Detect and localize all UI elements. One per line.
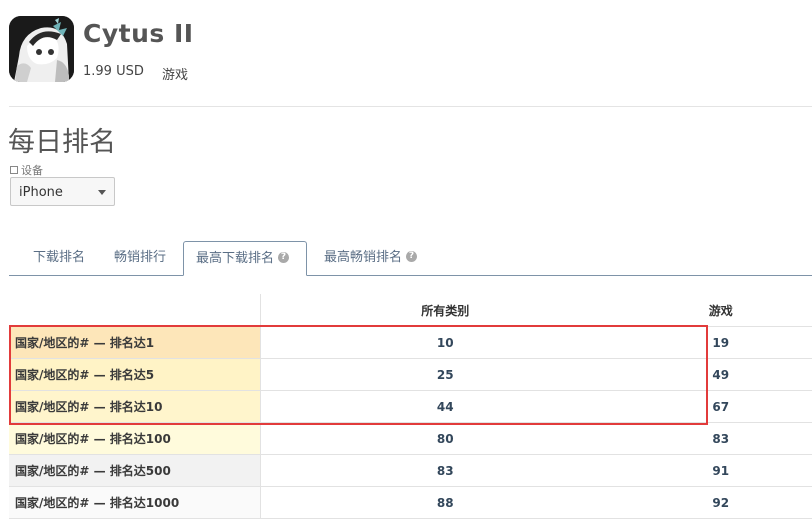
cell-value: 25 <box>260 358 630 391</box>
device-label-text: 设备 <box>21 164 43 177</box>
cell-value: 44 <box>260 390 630 423</box>
help-icon[interactable]: ? <box>406 251 418 262</box>
row-label: 国家/地区的# — 排名达1000 <box>9 486 261 519</box>
table-row: 国家/地区的# — 排名达100 80 83 <box>9 422 812 455</box>
cell-value: 67 <box>629 390 812 423</box>
table-row: 国家/地区的# — 排名达1 10 19 <box>9 326 812 359</box>
cell-value: 91 <box>629 454 812 487</box>
device-label: 设备 <box>10 162 43 178</box>
row-label: 国家/地区的# — 排名达500 <box>9 454 261 487</box>
table-corner-cell <box>9 294 261 327</box>
help-icon[interactable]: ? <box>278 252 290 263</box>
cell-value: 49 <box>629 358 812 391</box>
table-row: 国家/地区的# — 排名达5 25 49 <box>9 358 812 391</box>
tab-label: 下载排名 <box>33 250 86 265</box>
row-label: 国家/地区的# — 排名达1 <box>9 326 261 359</box>
cell-value: 80 <box>260 422 630 455</box>
chevron-down-icon <box>98 190 106 195</box>
cell-value: 88 <box>260 486 630 519</box>
tab-label: 畅销排行 <box>114 250 167 265</box>
device-checkbox-icon <box>10 166 18 174</box>
tab-label: 最高畅销排名 <box>324 250 403 265</box>
header-divider <box>9 106 812 107</box>
ranking-tabs: 下载排名 畅销排行 最高下载排名? 最高畅销排名? <box>9 241 812 276</box>
cell-value: 83 <box>629 422 812 455</box>
section-title: 每日排名 <box>8 127 116 158</box>
app-price: 1.99 USD <box>83 64 144 79</box>
table-row: 国家/地区的# — 排名达10 44 67 <box>9 390 812 423</box>
table-row: 国家/地区的# — 排名达500 83 91 <box>9 454 812 487</box>
row-label: 国家/地区的# — 排名达10 <box>9 390 261 423</box>
tab-label: 最高下载排名 <box>196 251 275 266</box>
cell-value: 19 <box>629 326 812 359</box>
app-artwork-icon[interactable] <box>9 16 74 82</box>
cell-value: 92 <box>629 486 812 519</box>
cell-value: 83 <box>260 454 630 487</box>
column-header-games: 游戏 <box>629 294 812 327</box>
cell-value: 10 <box>260 326 630 359</box>
row-label: 国家/地区的# — 排名达5 <box>9 358 261 391</box>
tab-top-download-rank[interactable]: 最高下载排名? <box>183 241 307 276</box>
app-header: Cytus II 1.99 USD 游戏 <box>0 0 812 106</box>
table-row: 国家/地区的# — 排名达1000 88 92 <box>9 486 812 519</box>
column-header-all-categories: 所有类别 <box>260 294 630 327</box>
device-select-value: iPhone <box>19 185 63 200</box>
app-genre[interactable]: 游戏 <box>162 64 188 83</box>
table-header-row: 所有类别 游戏 <box>9 294 812 327</box>
device-select[interactable]: iPhone <box>10 177 115 206</box>
tab-top-grossing-rank[interactable]: 最高畅销排名? <box>324 241 454 275</box>
ranking-table: 所有类别 游戏 国家/地区的# — 排名达1 10 19 国家/地区的# — 排… <box>9 294 812 519</box>
tab-grossing-rank[interactable]: 畅销排行 <box>105 241 195 275</box>
row-label: 国家/地区的# — 排名达100 <box>9 422 261 455</box>
app-title: Cytus II <box>83 19 194 48</box>
